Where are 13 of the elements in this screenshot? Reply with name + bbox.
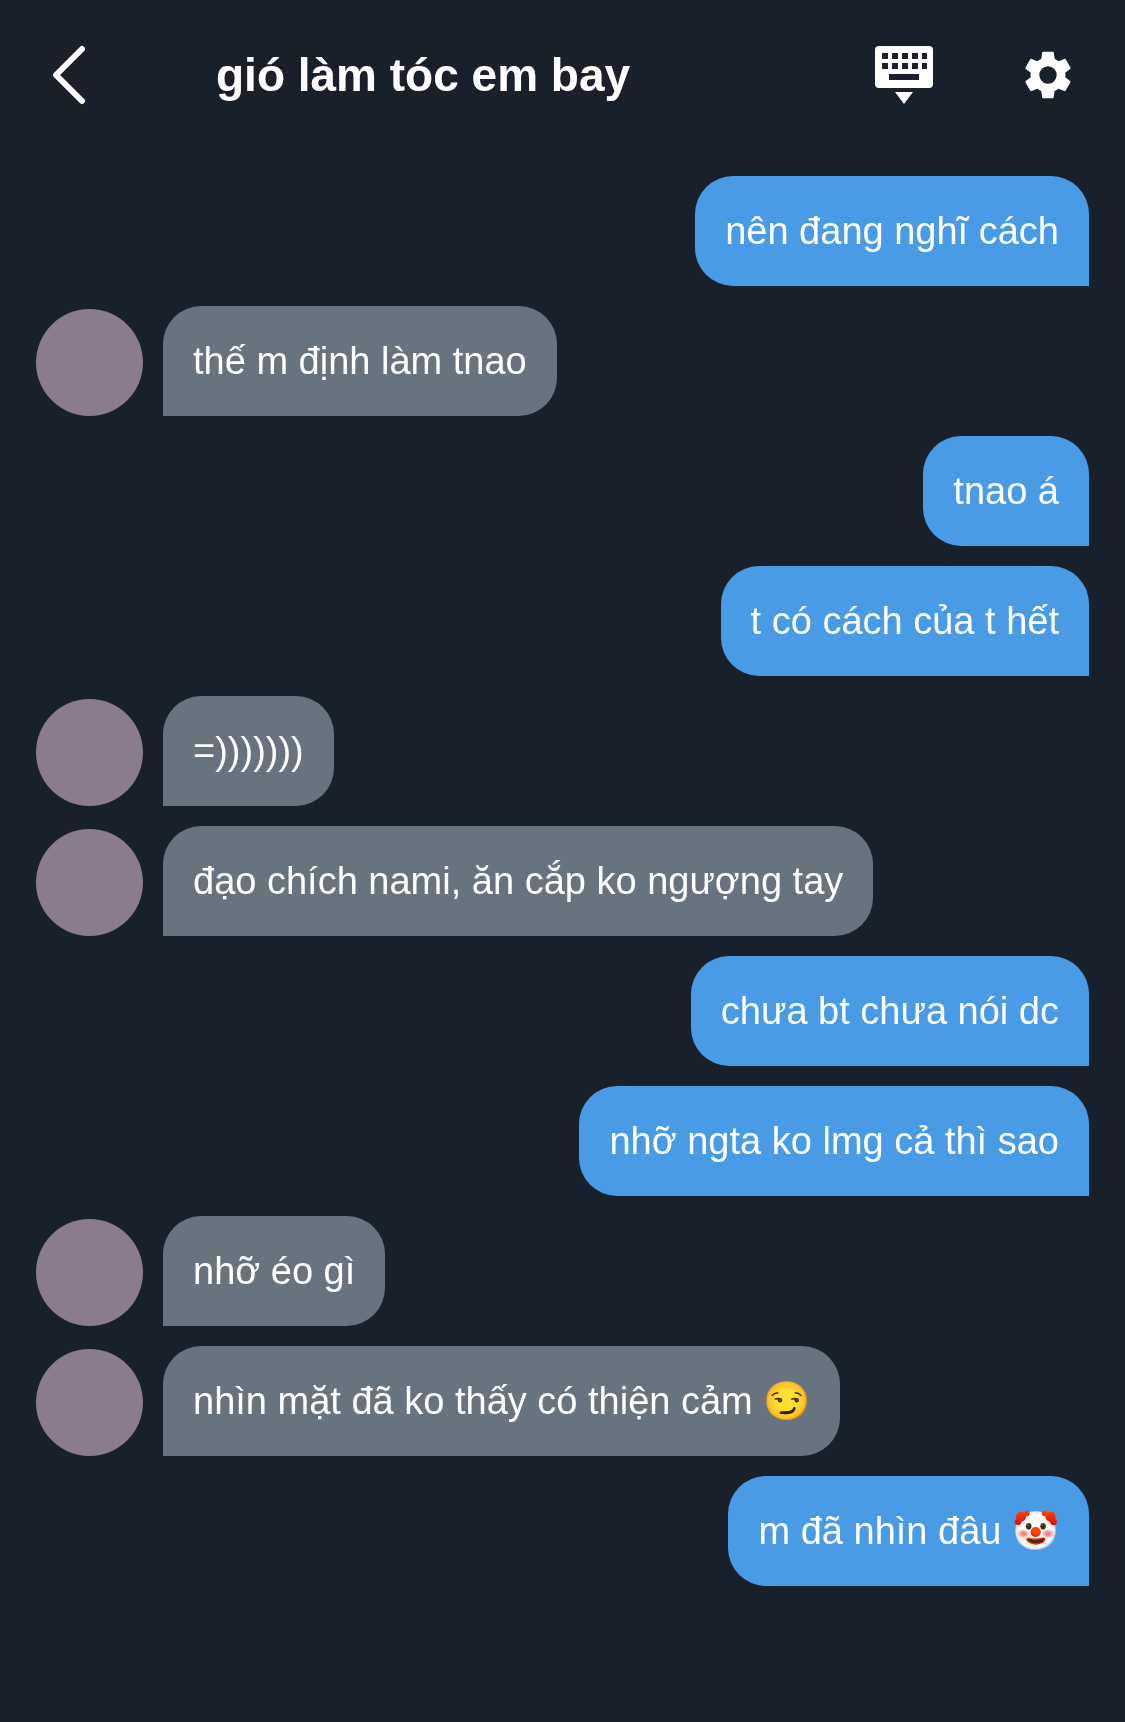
chat-title: gió làm tóc em bay (216, 47, 631, 103)
received-message: =))))))) (163, 696, 334, 806)
sent-message: chưa bt chưa nói dc (690, 956, 1089, 1066)
sent-message: t có cách của t hết (720, 566, 1089, 676)
received-message: nhỡ éo gì (163, 1216, 386, 1326)
sent-message: m đã nhìn đâu 🤡 (728, 1476, 1089, 1586)
sent-message: tnao á (923, 436, 1089, 546)
received-message: thế m định làm tnao (163, 306, 557, 416)
sent-message: nên đang nghĩ cách (695, 176, 1089, 286)
received-message: đạo chích nami, ăn cắp ko ngượng tay (163, 826, 874, 936)
received-message: nhìn mặt đã ko thấy có thiện cảm 😏 (163, 1346, 841, 1456)
keyboard-icon[interactable] (873, 44, 935, 106)
sent-message: nhỡ ngta ko lmg cả thì sao (579, 1086, 1089, 1196)
